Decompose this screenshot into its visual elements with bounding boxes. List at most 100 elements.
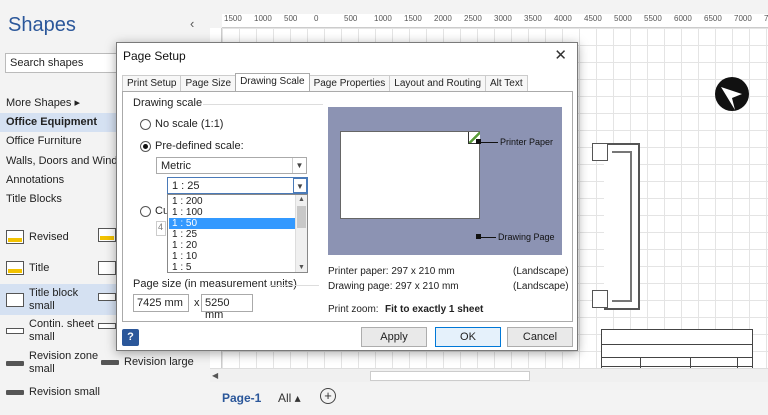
radio-circle (140, 205, 151, 217)
door-shape[interactable] (592, 143, 608, 161)
predefined-scale-radio[interactable]: Pre-defined scale: (140, 140, 244, 152)
group-divider (269, 285, 319, 286)
print-zoom-value: Fit to exactly 1 sheet (385, 304, 484, 315)
scroll-down-icon[interactable]: ▼ (298, 264, 305, 271)
tab-print-setup[interactable]: Print Setup (122, 75, 182, 91)
tab-page-properties[interactable]: Page Properties (308, 75, 391, 91)
dropdown-scroll-thumb[interactable] (297, 206, 306, 228)
shape-revision-small[interactable]: Revision small (6, 386, 100, 399)
page-size-group-label: Page size (in measurement units) (133, 278, 297, 290)
scale-option[interactable]: 1 : 25 (169, 229, 295, 240)
title-block-small-icon (6, 292, 24, 307)
scale-ratio-select[interactable]: 1 : 25 ▼ (167, 177, 308, 194)
ruler-tick-label: 4500 (584, 14, 602, 23)
shape-label-line-2: small (29, 299, 55, 312)
tab-layout-routing[interactable]: Layout and Routing (389, 75, 487, 91)
shape-revision-zone-small[interactable]: Revision zone small (6, 350, 98, 376)
custom-scale-input[interactable]: 4 (156, 221, 166, 236)
apply-button[interactable]: Apply (361, 327, 427, 347)
custom-scale-radio[interactable]: Cu (140, 205, 169, 217)
door-shape[interactable] (592, 290, 608, 308)
north-arrow-icon[interactable] (712, 74, 752, 114)
page-width-input[interactable]: 7425 mm (133, 294, 189, 312)
revision-zone-icon (6, 360, 24, 366)
title-block-shape-icon (98, 228, 116, 242)
scale-option[interactable]: 1 : 10 (169, 251, 295, 262)
collapse-pane-button[interactable]: ‹ (190, 16, 194, 31)
printer-paper-size: Printer paper: 297 x 210 mm (328, 266, 455, 277)
scrollbar-thumb[interactable] (370, 371, 530, 381)
page-tabs-bar: Page-1 All ▴ + (210, 382, 768, 415)
tab-page-size[interactable]: Page Size (180, 75, 237, 91)
ruler-tick-label: 1000 (254, 14, 272, 23)
close-dialog-button[interactable]: ✕ (554, 46, 567, 64)
contin-sheet-icon (6, 328, 24, 334)
shape-label: Revised (29, 230, 69, 243)
no-scale-radio[interactable]: No scale (1:1) (140, 118, 223, 130)
scale-option-highlighted[interactable]: 1 : 50 (169, 218, 295, 229)
tab-all-pages[interactable]: All ▴ (278, 391, 301, 405)
ruler-tick-label: 7500 (764, 14, 768, 23)
shape-label: Revision large (124, 356, 194, 368)
horizontal-scrollbar[interactable]: ◀ (210, 368, 768, 382)
print-preview: Printer Paper Drawing Page (328, 107, 562, 255)
scale-option[interactable]: 1 : 100 (169, 207, 295, 218)
revised-shape-icon (6, 230, 24, 244)
dropdown-scrollbar[interactable]: ▲ ▼ (295, 195, 307, 272)
title-block-icon (98, 293, 116, 301)
wall-inner-shape (612, 151, 632, 302)
printer-paper-legend: Printer Paper (500, 137, 554, 147)
chevron-down-icon[interactable]: ▼ (293, 178, 307, 193)
radio-circle-selected (140, 140, 151, 152)
radio-circle (140, 118, 151, 130)
shape-contin-sheet-small[interactable]: Contin. sheet small (6, 318, 94, 344)
drawing-scale-group-label: Drawing scale (133, 97, 203, 109)
shape-label-line-2: small (29, 363, 55, 375)
scale-option[interactable]: 1 : 200 (169, 196, 295, 207)
stencil-title-blocks[interactable]: Title Blocks (6, 193, 62, 205)
revision-large-icon (101, 360, 119, 365)
title-block-shape[interactable] (601, 329, 753, 373)
shape-label: Contin. sheet small (29, 318, 94, 344)
shape-title[interactable]: Title (6, 261, 49, 275)
dialog-tabs: Print Setup Page Size Drawing Scale Page… (122, 73, 528, 91)
drawing-page-legend: Drawing Page (498, 232, 555, 242)
page-height-input[interactable]: 5250 mm (201, 294, 253, 321)
ruler-tick-label: 4000 (554, 14, 572, 23)
ok-button[interactable]: OK (435, 327, 501, 347)
title-block-rule (602, 344, 752, 345)
no-scale-label: No scale (1:1) (155, 118, 224, 130)
horizontal-ruler: 1500 1000 500 0 500 1000 1500 2000 2500 3000 3500 4… (222, 14, 768, 28)
dialog-title: Page Setup (123, 49, 186, 63)
chevron-down-icon[interactable]: ▼ (292, 158, 306, 173)
shape-label: Revision zone small (29, 350, 98, 376)
scale-option[interactable]: 1 : 5 (169, 262, 295, 273)
scroll-up-icon[interactable]: ▲ (298, 196, 305, 203)
title-block-rule (602, 366, 752, 367)
shape-revision-large[interactable]: Revision large (101, 356, 194, 369)
stencil-walls-doors-windows[interactable]: Walls, Doors and Window (6, 155, 132, 167)
search-shapes-input[interactable]: Search shapes (5, 53, 117, 73)
drawing-scale-panel: Drawing scale No scale (1:1) Pre-defined… (122, 91, 573, 322)
ruler-tick-label: 1500 (224, 14, 242, 23)
shape-label: Title block small (29, 287, 78, 313)
title-shape-icon (6, 261, 24, 275)
add-page-button[interactable]: + (320, 388, 336, 404)
tab-page-1[interactable]: Page-1 (222, 391, 261, 405)
stencil-office-equipment[interactable]: Office Equipment (0, 113, 116, 132)
help-button[interactable]: ? (122, 329, 139, 346)
stencil-annotations[interactable]: Annotations (6, 174, 64, 186)
more-shapes-menu[interactable]: More Shapes ▸ (6, 96, 80, 109)
shape-revised[interactable]: Revised (6, 230, 69, 244)
tab-drawing-scale[interactable]: Drawing Scale (235, 73, 310, 91)
ruler-tick-label: 1000 (374, 14, 392, 23)
revision-small-icon (6, 390, 24, 395)
cancel-button[interactable]: Cancel (507, 327, 573, 347)
scale-units-select[interactable]: Metric ▼ (156, 157, 307, 174)
group-divider (203, 104, 323, 105)
scale-option[interactable]: 1 : 20 (169, 240, 295, 251)
predefined-scale-label: Pre-defined scale: (155, 140, 244, 152)
scroll-left-icon[interactable]: ◀ (212, 371, 218, 380)
stencil-office-furniture[interactable]: Office Furniture (6, 135, 82, 147)
tab-alt-text[interactable]: Alt Text (485, 75, 528, 91)
